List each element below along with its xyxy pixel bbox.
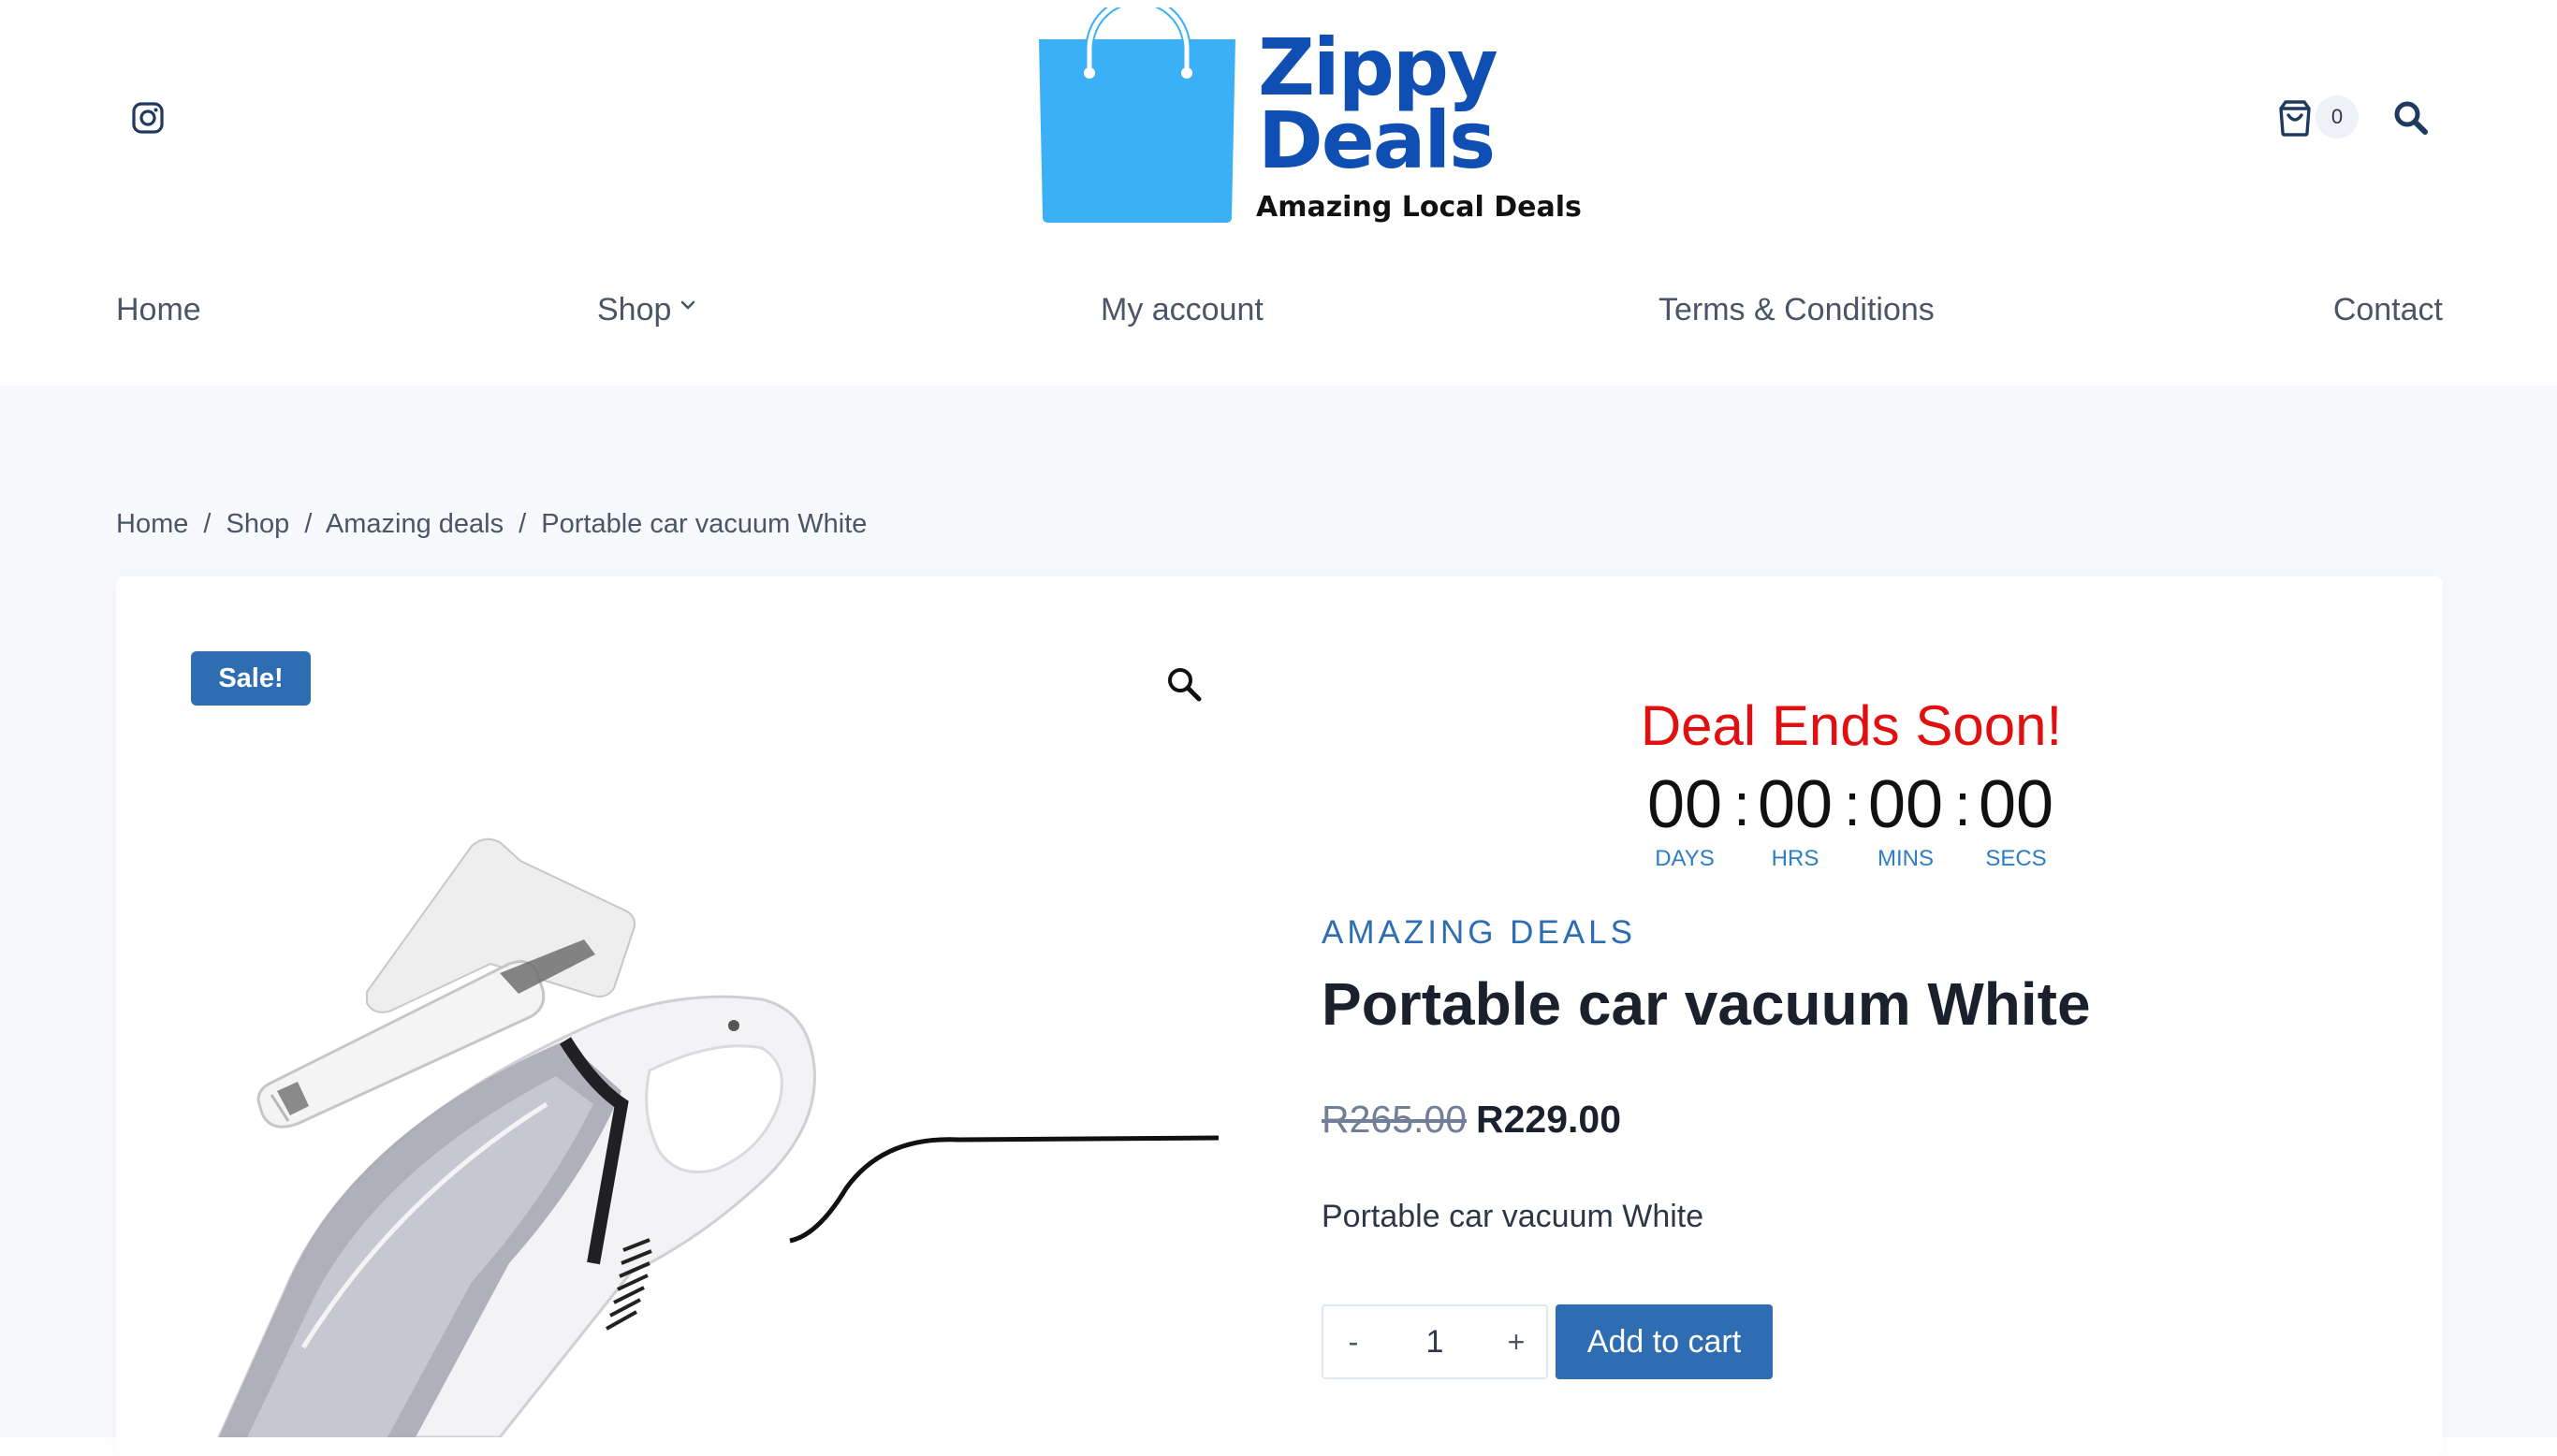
countdown-hours-label: HRS: [1771, 846, 1819, 871]
sale-badge: Sale!: [191, 651, 311, 706]
countdown-mins-value: 00: [1867, 767, 1944, 842]
search-icon[interactable]: [2392, 99, 2430, 137]
countdown-days-value: 00: [1646, 767, 1723, 842]
breadcrumb-shop[interactable]: Shop: [226, 509, 290, 539]
sale-price: R229.00: [1476, 1098, 1622, 1141]
product-short-description: Portable car vacuum White: [1322, 1199, 1704, 1234]
breadcrumb-separator: /: [203, 509, 212, 539]
breadcrumb-category[interactable]: Amazing deals: [326, 509, 504, 539]
countdown-days-label: DAYS: [1655, 846, 1715, 871]
cart-button[interactable]: 0: [2274, 94, 2359, 142]
add-to-cart-button[interactable]: Add to cart: [1556, 1304, 1773, 1379]
site-header: Zippy Deals Amazing Local Deals 0 Home S…: [0, 0, 2557, 386]
quantity-stepper: - 1 +: [1322, 1304, 1548, 1379]
nav-item-home[interactable]: Home: [116, 281, 201, 339]
countdown-mins-label: MINS: [1878, 846, 1934, 871]
chevron-down-icon: [681, 300, 695, 310]
nav-item-terms[interactable]: Terms & Conditions: [1658, 281, 1935, 339]
product-price: R265.00 R229.00: [1322, 1095, 1621, 1143]
countdown-hours-value: 00: [1757, 767, 1834, 842]
zoom-icon[interactable]: [1164, 664, 1204, 704]
cart-count-badge: 0: [2316, 95, 2359, 138]
nav-item-my-account[interactable]: My account: [1101, 281, 1264, 339]
quantity-input[interactable]: 1: [1381, 1306, 1488, 1377]
breadcrumb: Home / Shop / Amazing deals / Portable c…: [116, 505, 867, 543]
countdown-secs-value: 00: [1978, 767, 2054, 842]
power-cable: [789, 1135, 1220, 1244]
product-category-link[interactable]: AMAZING DEALS: [1322, 911, 1636, 954]
breadcrumb-home[interactable]: Home: [116, 509, 188, 539]
breadcrumb-separator: /: [304, 509, 313, 539]
instagram-icon[interactable]: [131, 101, 165, 135]
nav-item-shop[interactable]: Shop: [597, 281, 697, 339]
breadcrumb-separator: /: [519, 509, 527, 539]
countdown-timer: 00 DAYS : 00 HRS : 00 MINS : 00 SECS: [1638, 765, 2065, 878]
logo-tagline: Amazing Local Deals: [1256, 191, 1582, 224]
countdown-days: 00 DAYS: [1638, 765, 1731, 874]
logo-word-deals: Deals: [1258, 95, 1496, 186]
cart-icon: [2279, 100, 2311, 137]
countdown-mins: 00 MINS: [1859, 765, 1952, 874]
product-image: [217, 837, 1220, 1437]
countdown-hours: 00 HRS: [1748, 765, 1842, 874]
quantity-increase-button[interactable]: +: [1488, 1306, 1544, 1377]
deal-ends-heading: Deal Ends Soon!: [1640, 694, 2063, 757]
nav-item-shop-label: Shop: [597, 292, 672, 328]
breadcrumb-current: Portable car vacuum White: [541, 509, 868, 539]
quantity-decrease-button[interactable]: -: [1325, 1306, 1381, 1377]
countdown-secs: 00 SECS: [1969, 765, 2063, 874]
shopping-bag-logo-icon: [1039, 7, 1235, 223]
regular-price: R265.00: [1322, 1098, 1468, 1141]
countdown-secs-label: SECS: [1985, 846, 2047, 871]
product-title: Portable car vacuum White: [1322, 970, 2091, 1038]
main-navigation: Home Shop My account Terms & Conditions …: [116, 281, 2443, 339]
nav-item-contact[interactable]: Contact: [2333, 281, 2443, 339]
site-logo[interactable]: Zippy Deals Amazing Local Deals: [1035, 7, 1597, 232]
